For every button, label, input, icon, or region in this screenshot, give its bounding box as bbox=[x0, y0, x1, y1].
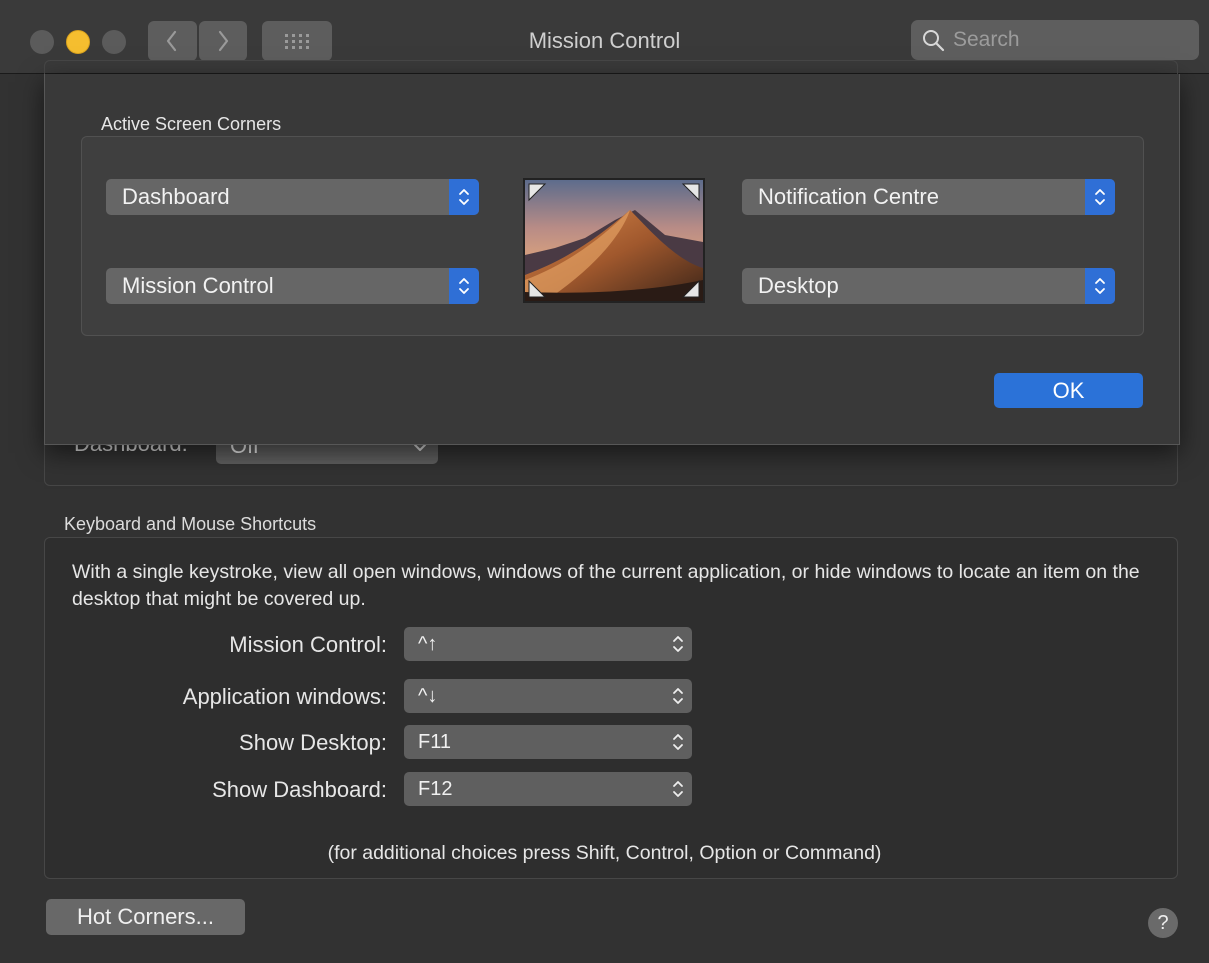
show-desktop-shortcut-value: F11 bbox=[418, 731, 451, 753]
up-down-arrows-icon bbox=[459, 278, 469, 294]
show-dashboard-shortcut-value: F12 bbox=[418, 778, 453, 800]
help-button[interactable]: ? bbox=[1148, 908, 1178, 938]
application-windows-shortcut-label: Application windows: bbox=[182, 684, 387, 709]
up-down-arrows-icon bbox=[673, 734, 683, 750]
show-desktop-shortcut-label: Show Desktop: bbox=[239, 730, 387, 755]
up-down-arrows-icon bbox=[459, 189, 469, 205]
bottom-right-corner-value: Desktop bbox=[758, 273, 839, 298]
top-left-corner-value: Dashboard bbox=[122, 184, 230, 209]
up-down-arrows-icon bbox=[1095, 278, 1105, 294]
keyboard-description: With a single keystroke, view all open w… bbox=[72, 561, 1140, 610]
up-down-arrows-icon bbox=[1095, 189, 1105, 205]
top-right-corner-value: Notification Centre bbox=[758, 184, 939, 209]
hot-corners-button[interactable]: Hot Corners... bbox=[46, 899, 245, 935]
search-icon bbox=[923, 30, 945, 52]
up-down-arrows-icon bbox=[673, 688, 683, 704]
search-field[interactable] bbox=[911, 20, 1199, 60]
top-right-stepper bbox=[1085, 179, 1115, 215]
bottom-left-corner-select[interactable]: Mission Control bbox=[106, 268, 479, 304]
top-right-corner-select[interactable]: Notification Centre bbox=[742, 179, 1115, 215]
sheet-title: Active Screen Corners bbox=[101, 114, 282, 134]
active-screen-corners-sheet: Active Screen Corners Dashboard Mission … bbox=[44, 74, 1180, 445]
mission-control-shortcut-value: ^↑ bbox=[418, 633, 438, 655]
show-desktop-shortcut-select[interactable]: F11 bbox=[404, 725, 692, 759]
desktop-preview-image bbox=[523, 178, 705, 303]
up-down-arrows-icon bbox=[673, 636, 683, 652]
application-windows-shortcut-select[interactable]: ^↓ bbox=[404, 679, 692, 713]
bottom-left-corner-value: Mission Control bbox=[122, 273, 274, 298]
bottom-right-corner-select[interactable]: Desktop bbox=[742, 268, 1115, 304]
keyboard-section-title: Keyboard and Mouse Shortcuts bbox=[64, 514, 317, 534]
bottom-right-stepper bbox=[1085, 268, 1115, 304]
search-input[interactable] bbox=[953, 28, 1193, 52]
mission-control-shortcut-label: Mission Control: bbox=[229, 632, 387, 657]
ok-button[interactable]: OK bbox=[994, 373, 1143, 408]
top-left-stepper bbox=[449, 179, 479, 215]
modifier-hint: (for additional choices press Shift, Con… bbox=[327, 842, 882, 864]
application-windows-shortcut-value: ^↓ bbox=[418, 685, 438, 707]
show-dashboard-shortcut-select[interactable]: F12 bbox=[404, 772, 692, 806]
preferences-window: Mission Control Dashboard: Off Keyboard … bbox=[0, 0, 1209, 963]
top-left-corner-select[interactable]: Dashboard bbox=[106, 179, 479, 215]
show-dashboard-shortcut-label: Show Dashboard: bbox=[212, 777, 387, 802]
mission-control-shortcut-select[interactable]: ^↑ bbox=[404, 627, 692, 661]
up-down-arrows-icon bbox=[673, 781, 683, 797]
bottom-left-stepper bbox=[449, 268, 479, 304]
